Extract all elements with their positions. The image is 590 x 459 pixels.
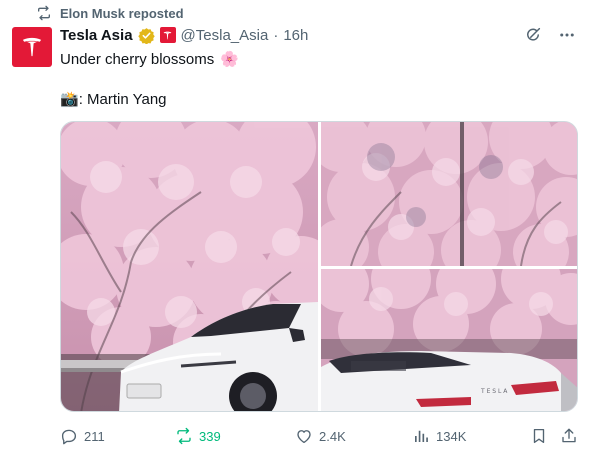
heart-icon — [297, 430, 311, 444]
repost-button[interactable]: 339 — [175, 425, 221, 447]
repost-icon — [177, 427, 191, 445]
gold-checkmark-badge-icon[interactable] — [137, 27, 155, 44]
media-grid: T E S L A — [60, 121, 578, 412]
cherry-blossom-white-car-photo-left[interactable] — [61, 122, 318, 411]
reply-count: 211 — [84, 428, 105, 444]
repost-indicator-text: Elon Musk reposted — [60, 5, 184, 21]
repost-indicator[interactable]: Elon Musk reposted — [36, 4, 184, 22]
cherry-blossom-car-rear-photo-bottom-right[interactable]: T E S L A — [321, 269, 577, 411]
car-rear-lettering: T E S L A — [480, 388, 508, 395]
cherry-blossom-trees-photo-top-right[interactable] — [321, 122, 577, 266]
tesla-logo-icon — [22, 37, 42, 57]
like-button[interactable]: 2.4K — [295, 425, 346, 447]
tweet-text-line: Under cherry blossoms 🌸 — [60, 50, 239, 69]
post-timestamp[interactable]: 16h — [283, 27, 308, 44]
tweet-action-bar: 211 339 2.4K 134K — [60, 425, 580, 447]
share-button[interactable] — [560, 425, 578, 447]
tesla-affiliate-badge-icon[interactable] — [159, 27, 176, 43]
repost-count: 339 — [199, 428, 221, 444]
repost-icon — [38, 5, 50, 21]
cherry-blossom-emoji: 🌸 — [220, 51, 239, 68]
camera-emoji: 📸 — [60, 91, 79, 108]
like-count: 2.4K — [319, 428, 346, 444]
tweet-text: Under cherry blossoms — [60, 50, 215, 68]
more-dots-icon[interactable] — [558, 26, 576, 44]
views-count: 134K — [436, 428, 467, 444]
avatar[interactable] — [12, 27, 52, 67]
photo-credit-text: : Martin Yang — [78, 90, 167, 108]
bookmark-icon — [533, 428, 545, 444]
bookmark-button[interactable] — [530, 425, 548, 447]
author-display-name[interactable]: Tesla Asia — [60, 27, 133, 44]
separator-dot: · — [273, 26, 279, 44]
grok-icon[interactable] — [524, 26, 542, 44]
share-icon — [562, 428, 576, 443]
views-chart-icon — [415, 430, 428, 442]
author-handle[interactable]: @Tesla_Asia — [181, 27, 269, 44]
reply-button[interactable]: 211 — [60, 425, 105, 447]
views-button[interactable]: 134K — [412, 425, 466, 447]
photo-credit-line: 📸 : Martin Yang — [60, 90, 167, 109]
tweet-header: Tesla Asia @Tesla_Asia · 16h — [60, 25, 308, 45]
header-actions — [524, 26, 576, 44]
reply-icon — [61, 429, 77, 445]
